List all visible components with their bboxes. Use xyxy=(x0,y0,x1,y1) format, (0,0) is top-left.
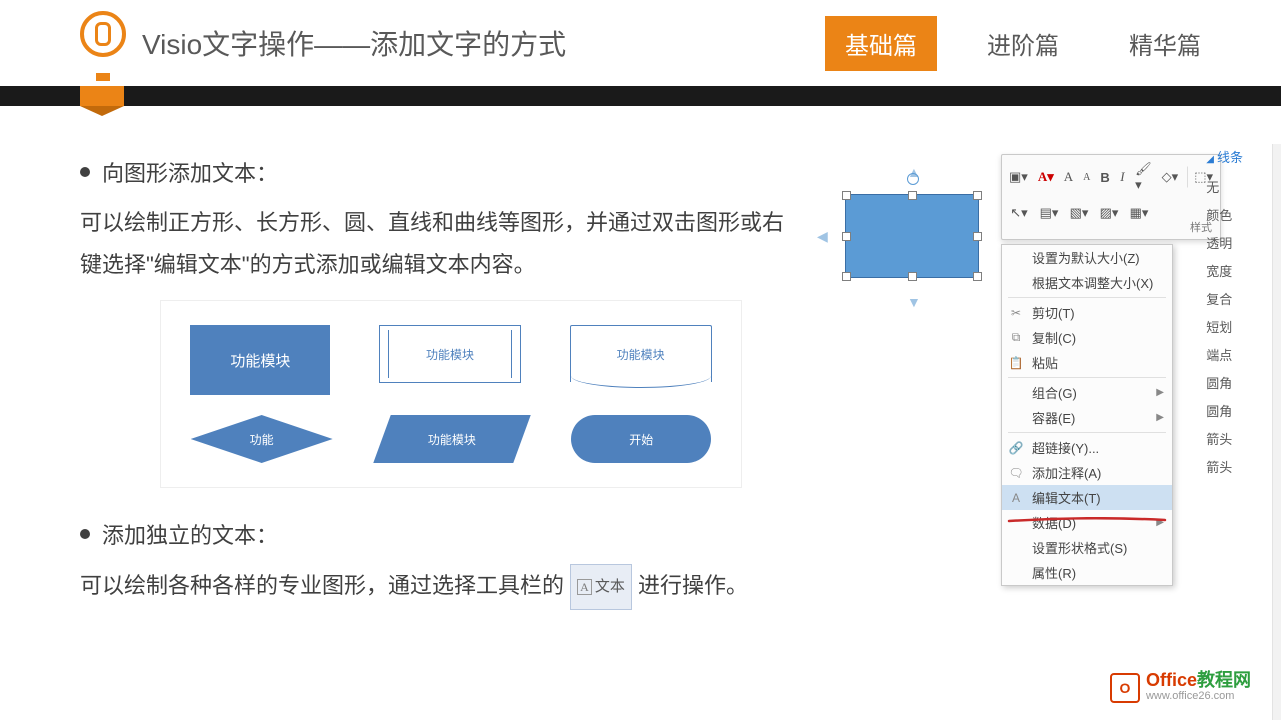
format-pane-item[interactable]: 圆角 xyxy=(1206,398,1243,426)
resize-handle[interactable] xyxy=(973,272,982,281)
format-pane-item[interactable]: 透明 xyxy=(1206,230,1243,258)
resize-handle[interactable] xyxy=(842,191,851,200)
ctx-item[interactable]: ✂剪切(T) xyxy=(1002,300,1172,325)
shapes-diagram: 功能模块 功能模块 功能模块 功能 功能模块 开始 xyxy=(160,300,742,488)
format-pane-item[interactable]: 宽度 xyxy=(1206,258,1243,286)
ctx-item[interactable]: 🔗超链接(Y)... xyxy=(1002,435,1172,460)
ctx-item[interactable]: ⧉复制(C) xyxy=(1002,325,1172,350)
ctx-item[interactable]: 设置形状格式(S) xyxy=(1002,535,1172,560)
text-tool-button[interactable]: A 文本 xyxy=(570,564,632,610)
ctx-item[interactable]: 根据文本调整大小(X) xyxy=(1002,270,1172,295)
section1-bullet-text: 向图形添加文本： xyxy=(102,156,278,188)
shape-terminator: 开始 xyxy=(571,415,711,463)
ctx-item[interactable]: 🗨添加注释(A) xyxy=(1002,460,1172,485)
shape-parallelogram: 功能模块 xyxy=(373,415,530,463)
watermark-brand: Office教程网 xyxy=(1146,672,1251,688)
shape-decision: 功能 xyxy=(191,415,333,463)
connection-arrow-down: ▼ xyxy=(907,294,921,310)
divider-bar xyxy=(0,86,1281,106)
ctx-item[interactable]: 属性(R) xyxy=(1002,560,1172,585)
bold-icon[interactable]: B xyxy=(1099,166,1110,188)
italic-icon[interactable]: I xyxy=(1119,166,1126,188)
highlight-underline xyxy=(1007,510,1167,516)
tab-basic[interactable]: 基础篇 xyxy=(825,16,937,71)
resize-handle[interactable] xyxy=(973,191,982,200)
resize-handle[interactable] xyxy=(908,191,917,200)
format-pane-item[interactable]: 无 xyxy=(1206,174,1243,202)
shape-predefined: 功能模块 xyxy=(379,325,521,383)
context-menu: 设置为默认大小(Z)根据文本调整大小(X) ✂剪切(T)⧉复制(C)📋粘贴组合(G… xyxy=(1001,244,1173,586)
font-color-icon[interactable]: A▾ xyxy=(1037,166,1055,188)
tab-bar: 基础篇 进阶篇 精华篇 xyxy=(825,16,1221,71)
ctx-item[interactable]: 组合(G)▶ xyxy=(1002,380,1172,405)
fill-icon[interactable]: ▣▾ xyxy=(1008,166,1029,188)
watermark-url: www.office26.com xyxy=(1146,688,1251,704)
tab-essential[interactable]: 精华篇 xyxy=(1109,16,1221,71)
ctx-item[interactable]: 容器(E)▶ xyxy=(1002,405,1172,430)
resize-handle[interactable] xyxy=(842,232,851,241)
shape-rectangle: 功能模块 xyxy=(190,325,330,395)
mini-toolbar: ▣▾ A▾ A A B I 🖌▾ ◇▾ ⬚▾ ↖▾ ▤▾ ▧▾ ▨▾ ▦▾ 样式 xyxy=(1001,154,1221,240)
format-pane-item[interactable]: 箭头 xyxy=(1206,454,1243,482)
section1-body: 可以绘制正方形、长方形、圆、直线和曲线等图形，并通过双击图形或右键选择"编辑文本… xyxy=(80,202,800,286)
office-logo-icon: O xyxy=(1110,673,1140,703)
format-pane: ◢线条 无颜色透明宽度复合短划端点圆角圆角箭头箭头 xyxy=(1206,144,1243,482)
tab-advanced[interactable]: 进阶篇 xyxy=(967,16,1079,71)
resize-handle[interactable] xyxy=(842,272,851,281)
format-pane-item[interactable]: 圆角 xyxy=(1206,370,1243,398)
shape-document: 功能模块 xyxy=(570,325,712,382)
section2-body: 可以绘制各种各样的专业图形，通过选择工具栏的 A 文本 进行操作。 xyxy=(80,564,800,610)
scrollbar[interactable] xyxy=(1272,144,1281,720)
format-painter-icon[interactable]: 🖌▾ xyxy=(1134,166,1153,188)
send-back-icon[interactable]: ▨▾ xyxy=(1098,202,1120,224)
resize-handle[interactable] xyxy=(973,232,982,241)
bring-front-icon[interactable]: ▧▾ xyxy=(1068,202,1090,224)
line-icon[interactable]: ◇▾ xyxy=(1161,166,1180,188)
bullet-dot xyxy=(80,529,90,539)
font-shrink-icon[interactable]: A xyxy=(1082,166,1091,188)
rotate-handle[interactable] xyxy=(907,173,919,185)
bulb-logo xyxy=(80,11,126,75)
format-pane-item[interactable]: 短划 xyxy=(1206,314,1243,342)
align-icon[interactable]: ▤▾ xyxy=(1038,202,1060,224)
visio-screenshot: ▲ ◀ ▼ ▣▾ A▾ A A B I 🖌▾ ◇▾ ⬚▾ ↖▾ xyxy=(821,144,1241,564)
pointer-icon[interactable]: ↖▾ xyxy=(1008,202,1030,224)
font-grow-icon[interactable]: A xyxy=(1063,166,1074,188)
page-title: Visio文字操作——添加文字的方式 xyxy=(142,23,825,63)
section2-bullet-text: 添加独立的文本： xyxy=(102,518,278,550)
ctx-item[interactable]: 📋粘贴 xyxy=(1002,350,1172,375)
ctx-item[interactable]: 设置为默认大小(Z) xyxy=(1002,245,1172,270)
ctx-item[interactable]: A编辑文本(T) xyxy=(1002,485,1172,510)
watermark: O Office教程网 www.office26.com xyxy=(1110,672,1251,704)
format-pane-header[interactable]: ◢线条 xyxy=(1206,144,1243,174)
group-icon[interactable]: ▦▾ xyxy=(1128,202,1150,224)
bullet-dot xyxy=(80,167,90,177)
accent-marker xyxy=(80,86,124,106)
section1-heading: 向图形添加文本： xyxy=(80,156,800,188)
resize-handle[interactable] xyxy=(908,272,917,281)
format-pane-item[interactable]: 复合 xyxy=(1206,286,1243,314)
format-pane-item[interactable]: 端点 xyxy=(1206,342,1243,370)
format-pane-item[interactable]: 颜色 xyxy=(1206,202,1243,230)
visio-canvas: ▲ ◀ ▼ xyxy=(821,144,1021,344)
selected-shape[interactable] xyxy=(845,194,979,278)
section2-heading: 添加独立的文本： xyxy=(80,518,800,550)
format-pane-item[interactable]: 箭头 xyxy=(1206,426,1243,454)
connection-arrow-left: ◀ xyxy=(817,228,828,245)
